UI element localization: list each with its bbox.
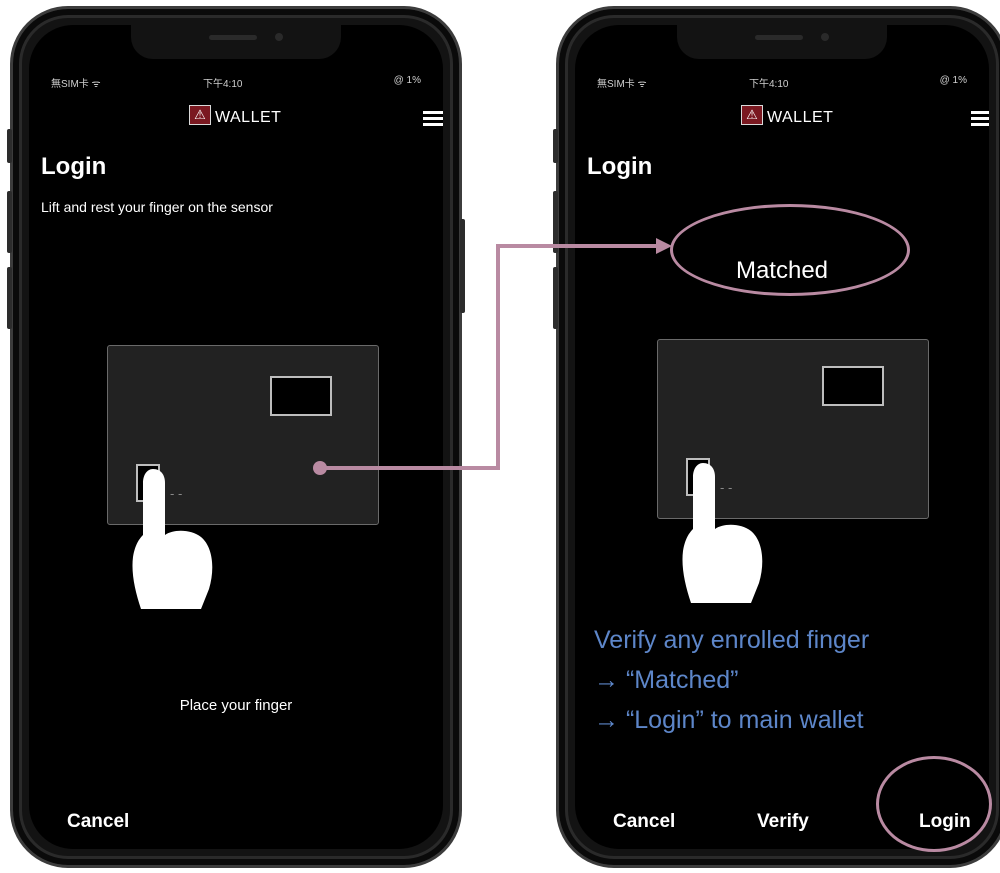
login-highlight-ring (876, 756, 992, 852)
note-line-3: → “Login” to main wallet (594, 706, 864, 734)
note-line-1: Verify any enrolled finger (594, 626, 870, 654)
connector-origin-dot (313, 461, 327, 475)
note-line-2: → “Matched” (594, 666, 739, 694)
instruction-note: Verify any enrolled finger → “Matched” →… (594, 620, 869, 740)
flow-annotation (313, 238, 672, 475)
matched-highlight-ring (670, 204, 910, 296)
connector-line (320, 244, 658, 470)
